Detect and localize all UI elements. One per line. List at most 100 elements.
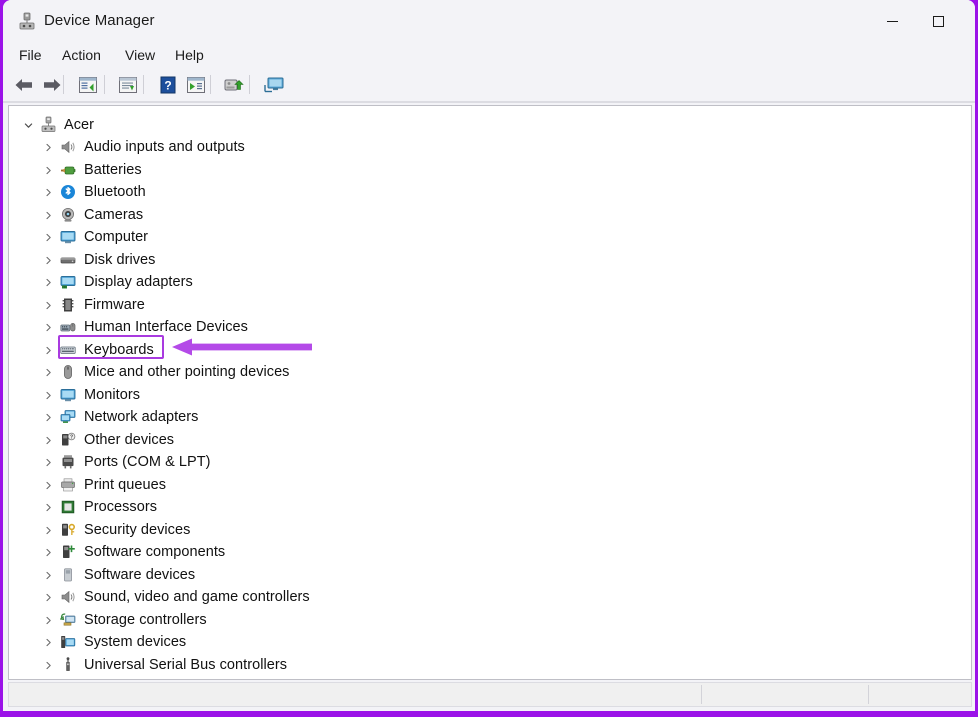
scan-window-icon [187, 76, 205, 93]
chevron-right-icon[interactable] [41, 474, 55, 496]
device-manager-icon [17, 11, 37, 31]
chevron-right-icon[interactable] [41, 496, 55, 518]
svg-text:?: ? [164, 78, 171, 92]
menu-action[interactable]: Action [55, 42, 108, 68]
chevron-right-icon[interactable] [41, 541, 55, 563]
screen: Device Manager File Action View Help ? A… [0, 0, 978, 717]
tree-item-label: Display adapters [84, 274, 193, 290]
toolbar-separator [249, 75, 250, 94]
tree-item-label: Universal Serial Bus controllers [84, 657, 288, 673]
battery-icon [60, 162, 77, 179]
chevron-right-icon[interactable] [41, 294, 55, 316]
close-button[interactable] [961, 0, 975, 42]
tree-item-label: Bluetooth [84, 184, 146, 200]
bluetooth-icon [60, 184, 77, 201]
menu-bar: File Action View Help [3, 42, 975, 68]
processor-icon [60, 499, 77, 516]
port-icon [60, 454, 77, 471]
tree-item-label: Software devices [84, 567, 196, 583]
chevron-right-icon[interactable] [41, 204, 55, 226]
storage-controller-icon [59, 612, 77, 629]
tree-item-label: Software components [84, 544, 226, 560]
tree-item-label: System devices [84, 634, 187, 650]
tree-item-label: Audio inputs and outputs [84, 139, 245, 155]
properties-button[interactable] [75, 72, 101, 97]
software-device-icon [60, 567, 77, 584]
monitor-icon [60, 229, 77, 246]
chevron-right-icon[interactable] [41, 654, 55, 676]
tree-item-label: Monitors [84, 387, 140, 403]
tree-item-label: Ports (COM & LPT) [84, 454, 211, 470]
chevron-right-icon[interactable] [41, 159, 55, 181]
chevron-right-icon[interactable] [41, 361, 55, 383]
chevron-right-icon[interactable] [41, 249, 55, 271]
disk-drive-icon [60, 252, 77, 269]
firmware-chip-icon [60, 297, 77, 314]
back-arrow-icon [15, 78, 32, 91]
network-adapter-icon [60, 409, 77, 426]
chevron-right-icon[interactable] [41, 586, 55, 608]
chevron-right-icon[interactable] [41, 339, 55, 361]
chevron-right-icon[interactable] [41, 451, 55, 473]
help-question-icon: ? [160, 76, 176, 93]
window-title: Device Manager [44, 12, 155, 29]
chevron-right-icon[interactable] [41, 631, 55, 653]
mouse-icon [60, 364, 77, 381]
chevron-right-icon[interactable] [41, 519, 55, 541]
svg-text:?: ? [70, 434, 73, 440]
chevron-right-icon[interactable] [41, 564, 55, 586]
toolbar-separator [63, 75, 64, 94]
maximize-button[interactable] [915, 0, 961, 42]
forward-button[interactable] [39, 72, 65, 97]
chevron-right-icon[interactable] [41, 136, 55, 158]
maximize-icon [932, 15, 944, 27]
status-cell-main [9, 683, 701, 706]
software-component-icon [60, 544, 77, 561]
tree-item-label: Processors [84, 499, 158, 515]
toolbar-divider [3, 101, 975, 103]
display-adapter-icon [60, 274, 77, 291]
status-cell-third [869, 683, 971, 706]
tree-item-label: Storage controllers [84, 612, 207, 628]
toolbar-separator [210, 75, 211, 94]
tree-item-label: Print queues [84, 477, 167, 493]
title-bar: Device Manager [3, 0, 975, 42]
menu-help[interactable]: Help [168, 42, 211, 68]
add-hardware-button[interactable] [221, 72, 247, 97]
security-key-icon [60, 522, 77, 539]
back-button[interactable] [11, 72, 37, 97]
forward-arrow-icon [44, 78, 61, 91]
tree-item-label: Mice and other pointing devices [84, 364, 290, 380]
speaker-icon [60, 139, 77, 156]
unknown-device-icon: ? [60, 432, 77, 449]
toolbar-separator [143, 75, 144, 94]
minimize-icon [886, 20, 898, 22]
chevron-down-icon[interactable] [21, 114, 35, 136]
monitor-icon [60, 387, 77, 404]
help-button[interactable]: ? [155, 72, 181, 97]
computer-root-icon [40, 116, 57, 133]
status-cell-second [702, 683, 868, 706]
tree-item-label: Computer [84, 229, 149, 245]
show-devices-button[interactable] [261, 72, 287, 97]
toolbar-separator [104, 75, 105, 94]
update-driver-button[interactable] [115, 72, 141, 97]
chevron-right-icon[interactable] [41, 384, 55, 406]
chevron-right-icon[interactable] [41, 271, 55, 293]
minimize-button[interactable] [869, 0, 915, 42]
menu-view[interactable]: View [118, 42, 162, 68]
chevron-right-icon[interactable] [41, 429, 55, 451]
tree-item-label: Other devices [84, 432, 175, 448]
device-tree-panel[interactable]: Acer Audio inputs and outputs Batteries … [8, 105, 972, 680]
chevron-right-icon[interactable] [41, 406, 55, 428]
scan-button[interactable] [183, 72, 209, 97]
chevron-right-icon[interactable] [41, 181, 55, 203]
menu-file[interactable]: File [12, 42, 49, 68]
hid-icon [60, 319, 77, 336]
chevron-right-icon[interactable] [41, 226, 55, 248]
chevron-right-icon[interactable] [41, 316, 55, 338]
tree-item-label: Batteries [84, 162, 142, 178]
chevron-right-icon[interactable] [41, 609, 55, 631]
tree-root-label: Acer [64, 117, 95, 133]
device-manager-window: Device Manager File Action View Help ? A… [3, 0, 975, 711]
